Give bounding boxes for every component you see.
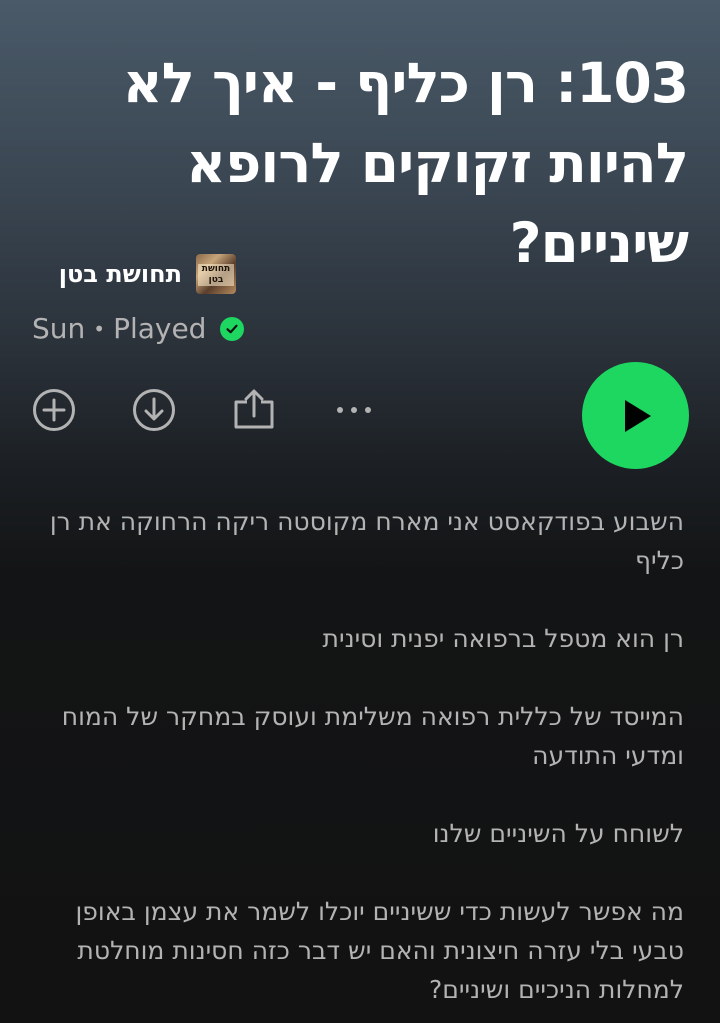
description-paragraph: לשוחח על השיניים שלנו <box>432 819 684 848</box>
show-artwork[interactable]: תחושת בטן <box>196 254 236 294</box>
show-artwork-text: תחושת בטן <box>198 264 234 286</box>
plus-circle-icon <box>33 389 75 431</box>
episode-page: 103: רן כליף - איך לא להיות זקוקים לרופא… <box>0 0 720 1023</box>
meta-separator: • <box>93 316 106 341</box>
played-status: Played <box>113 312 207 345</box>
add-button[interactable] <box>32 388 76 432</box>
play-icon <box>624 399 651 432</box>
play-button[interactable] <box>582 362 689 469</box>
played-check-icon <box>220 316 245 341</box>
description-paragraph: מה אפשר לעשות כדי ששיניים יוכלו לשמר את … <box>75 897 684 1004</box>
more-horizontal-icon <box>337 407 371 413</box>
release-day: Sun <box>32 312 86 345</box>
episode-meta: Sun • Played <box>32 312 245 345</box>
share-icon <box>234 389 274 429</box>
episode-title: 103: רן כליף - איך לא להיות זקוקים לרופא… <box>122 50 689 275</box>
description-paragraph: השבוע בפודקאסט אני מארח מקוסטה ריקה הרחו… <box>49 507 684 575</box>
show-link[interactable]: תחושת בטן תחושת בטן <box>59 254 236 294</box>
description-paragraph: המייסד של כללית רפואה משלימת ועוסק במחקר… <box>61 702 684 770</box>
share-button[interactable] <box>232 388 276 432</box>
download-button[interactable] <box>132 388 176 432</box>
show-name[interactable]: תחושת בטן <box>59 260 182 288</box>
download-circle-icon <box>133 389 175 431</box>
episode-description: השבוע בפודקאסט אני מארח מקוסטה ריקה הרחו… <box>30 502 684 1009</box>
description-paragraph: רן הוא מטפל ברפואה יפנית וסינית <box>322 624 684 653</box>
episode-actions <box>32 388 432 432</box>
more-options-button[interactable] <box>332 388 376 432</box>
